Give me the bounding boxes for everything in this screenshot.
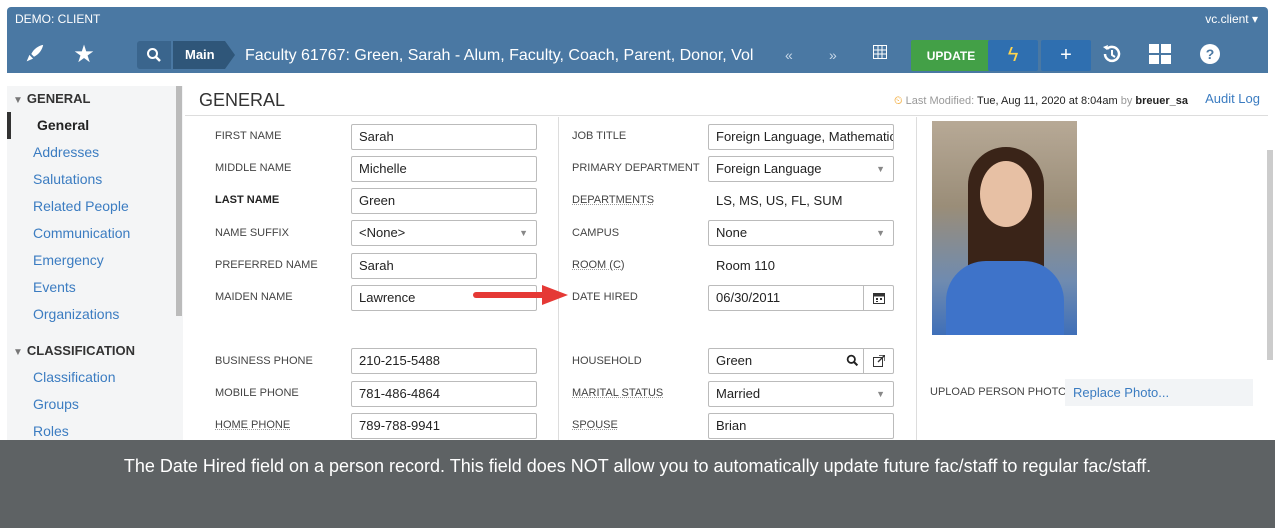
- sidebar-item-related-people[interactable]: Related People: [7, 193, 183, 220]
- caret-down-icon: ▼: [13, 95, 23, 106]
- marital-status-label[interactable]: MARITAL STATUS: [572, 387, 663, 399]
- next-record-icon[interactable]: »: [829, 47, 837, 63]
- middle-name-label: MIDDLE NAME: [215, 162, 292, 174]
- first-name-label: FIRST NAME: [215, 130, 282, 142]
- sidebar-section-general[interactable]: ▼ GENERAL: [7, 86, 183, 112]
- caption: The Date Hired field on a person record.…: [0, 440, 1275, 528]
- divider: [916, 117, 917, 440]
- job-title-label: JOB TITLE: [572, 130, 627, 142]
- sidebar-item-organizations[interactable]: Organizations: [7, 301, 183, 328]
- chevron-down-icon: ▼: [519, 228, 528, 238]
- business-phone-field[interactable]: 210-215-5488: [351, 348, 537, 374]
- rocket-icon[interactable]: [19, 41, 49, 67]
- home-phone-field[interactable]: 789-788-9941: [351, 413, 537, 439]
- room-value: Room 110: [716, 258, 776, 273]
- history-icon[interactable]: [1097, 41, 1127, 67]
- sidebar-item-roles[interactable]: Roles: [7, 418, 183, 440]
- sidebar-item-emergency[interactable]: Emergency: [7, 247, 183, 274]
- audit-log-link[interactable]: Audit Log: [1205, 91, 1260, 106]
- sidebar-item-events[interactable]: Events: [7, 274, 183, 301]
- mobile-phone-field[interactable]: 781-486-4864: [351, 381, 537, 407]
- main-scrollbar[interactable]: [1267, 150, 1273, 360]
- room-label[interactable]: ROOM (C): [572, 259, 625, 271]
- bolt-icon[interactable]: ϟ: [988, 40, 1038, 71]
- breadcrumb[interactable]: Main: [173, 41, 235, 69]
- record-title: Faculty 61767: Green, Sarah - Alum, Facu…: [245, 47, 754, 64]
- sidebar-section-classification[interactable]: ▼ CLASSIFICATION: [7, 338, 183, 364]
- spouse-field[interactable]: Brian: [708, 413, 894, 439]
- last-name-label: LAST NAME: [215, 194, 280, 206]
- divider: [558, 117, 559, 440]
- annotation-arrow-icon: [473, 285, 568, 305]
- grid-icon[interactable]: [873, 45, 887, 62]
- caret-down-icon: ▼: [13, 347, 23, 358]
- middle-name-field[interactable]: Michelle: [351, 156, 537, 182]
- sidebar-item-classification[interactable]: Classification: [7, 364, 183, 391]
- update-button[interactable]: UPDATE: [911, 40, 991, 71]
- star-icon[interactable]: ★: [69, 41, 99, 68]
- chevron-down-icon: ▼: [876, 164, 885, 174]
- user-menu[interactable]: vc.client ▾: [1205, 12, 1258, 26]
- date-hired-label: DATE HIRED: [572, 291, 638, 303]
- sidebar-scrollbar[interactable]: [176, 86, 182, 316]
- upload-photo-label: UPLOAD PERSON PHOTO: [930, 386, 1067, 398]
- last-modified: ⏲ Last Modified: Tue, Aug 11, 2020 at 8:…: [893, 95, 1188, 107]
- spouse-label[interactable]: SPOUSE: [572, 419, 618, 431]
- maiden-name-label: MAIDEN NAME: [215, 291, 293, 303]
- household-label: HOUSEHOLD: [572, 355, 642, 367]
- search-button[interactable]: [137, 41, 171, 69]
- job-title-field[interactable]: Foreign Language, Mathematics T: [708, 124, 894, 150]
- svg-text:?: ?: [1206, 46, 1215, 62]
- last-name-field[interactable]: Green: [351, 188, 537, 214]
- primary-department-label: PRIMARY DEPARTMENT: [572, 162, 700, 174]
- external-link-icon[interactable]: [863, 349, 893, 373]
- preferred-name-field[interactable]: Sarah: [351, 253, 537, 279]
- campus-label: CAMPUS: [572, 227, 620, 239]
- household-field[interactable]: Green: [708, 348, 894, 374]
- departments-value: LS, MS, US, FL, SUM: [716, 193, 843, 208]
- person-photo: [932, 121, 1077, 335]
- sidebar: ▼ GENERAL General Addresses Salutations R…: [7, 86, 183, 440]
- date-hired-field[interactable]: 06/30/2011: [708, 285, 894, 311]
- name-suffix-label: NAME SUFFIX: [215, 227, 289, 239]
- first-name-field[interactable]: Sarah: [351, 124, 537, 150]
- sidebar-item-general[interactable]: General: [7, 112, 183, 139]
- departments-label[interactable]: DEPARTMENTS: [572, 194, 654, 206]
- org-name: DEMO: CLIENT: [15, 12, 101, 26]
- sidebar-item-salutations[interactable]: Salutations: [7, 166, 183, 193]
- search-icon[interactable]: [846, 349, 859, 373]
- replace-photo-link[interactable]: Replace Photo...: [1065, 379, 1253, 406]
- section-header: GENERAL ⏲ Last Modified: Tue, Aug 11, 20…: [185, 86, 1268, 116]
- primary-department-select[interactable]: Foreign Language ▼: [708, 156, 894, 182]
- chevron-down-icon: ▼: [876, 389, 885, 399]
- page-title: GENERAL: [199, 90, 286, 110]
- sidebar-item-groups[interactable]: Groups: [7, 391, 183, 418]
- sidebar-item-addresses[interactable]: Addresses: [7, 139, 183, 166]
- apps-icon[interactable]: [1145, 41, 1175, 67]
- preferred-name-label: PREFERRED NAME: [215, 259, 318, 271]
- mobile-phone-label: MOBILE PHONE: [215, 387, 299, 399]
- prev-record-icon[interactable]: «: [785, 47, 793, 63]
- sidebar-item-communication[interactable]: Communication: [7, 220, 183, 247]
- campus-select[interactable]: None ▼: [708, 220, 894, 246]
- name-suffix-select[interactable]: <None> ▼: [351, 220, 537, 246]
- marital-status-select[interactable]: Married ▼: [708, 381, 894, 407]
- calendar-icon[interactable]: [863, 286, 893, 310]
- clock-icon: ⏲: [893, 95, 903, 107]
- chevron-down-icon: ▼: [876, 228, 885, 238]
- home-phone-label[interactable]: HOME PHONE: [215, 419, 290, 431]
- search-icon: [147, 48, 161, 62]
- business-phone-label: BUSINESS PHONE: [215, 355, 313, 367]
- plus-icon[interactable]: +: [1041, 40, 1091, 71]
- top-toolbar: DEMO: CLIENT vc.client ▾ ★ Main Faculty …: [7, 7, 1268, 73]
- help-icon[interactable]: ?: [1195, 41, 1225, 67]
